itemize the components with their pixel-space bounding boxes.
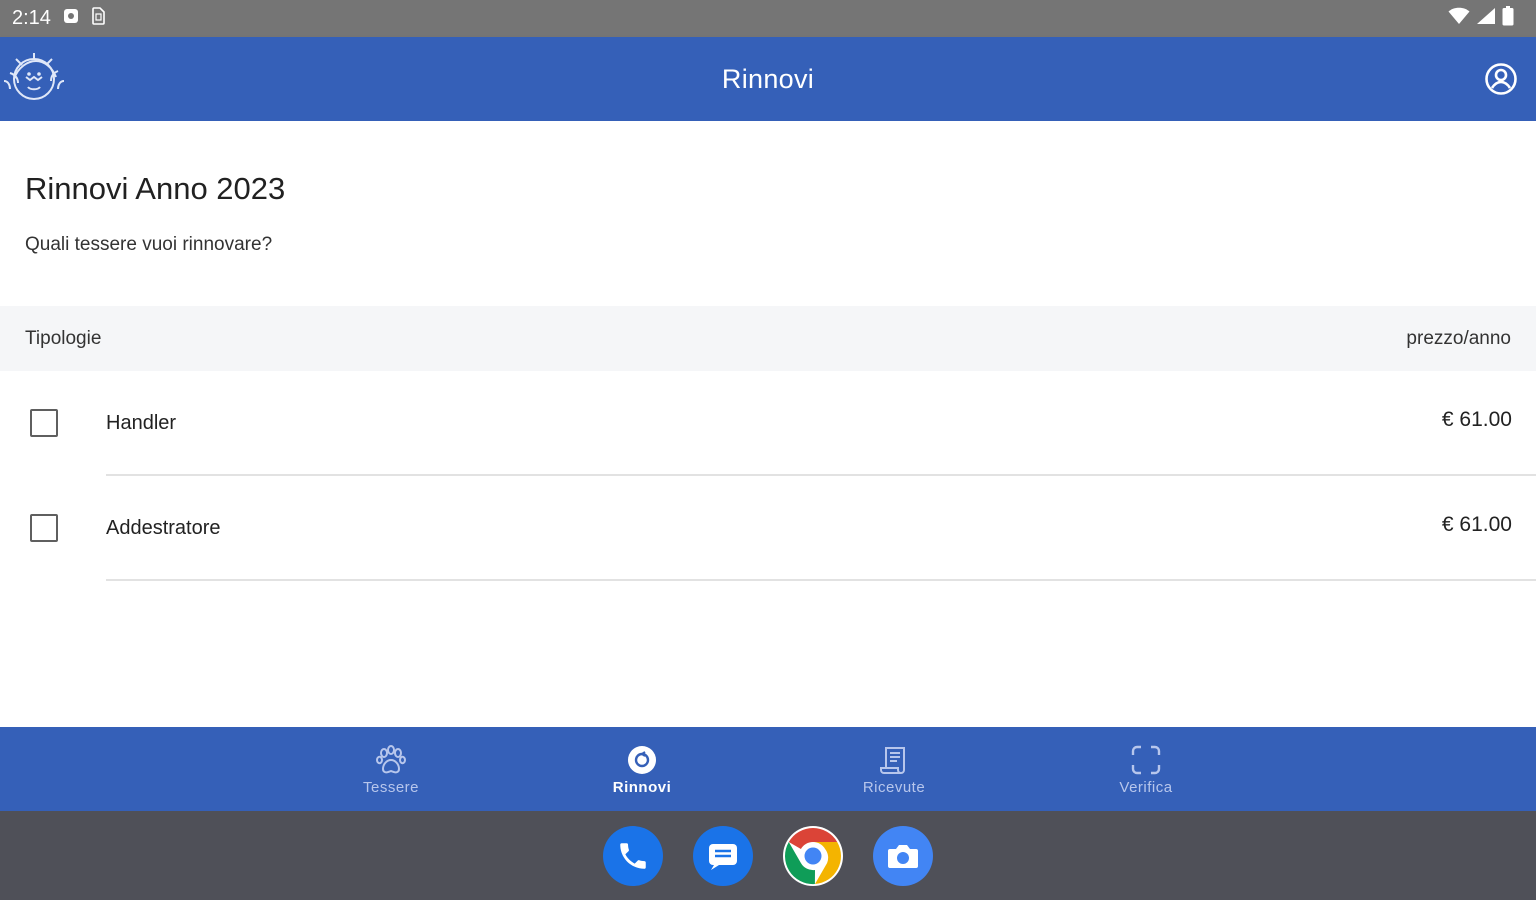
nav-item-ricevute[interactable]: Ricevute [824,727,964,811]
nav-item-verifica[interactable]: Verifica [1076,727,1216,811]
nav-label: Rinnovi [612,778,672,796]
messages-icon[interactable] [693,826,753,886]
signal-icon [1476,7,1496,31]
wifi-icon [1448,7,1470,31]
checkbox-addestratore[interactable] [30,514,58,542]
nav-label: Ricevute [862,778,926,796]
renew-icon [625,743,659,777]
list-item-label: Handler [106,412,177,434]
nav-item-tessere[interactable]: Tessere [321,727,461,811]
chrome-icon[interactable] [783,826,843,886]
table-header: Tipologie prezzo/anno [0,306,1536,371]
header-price: prezzo/anno [1406,327,1511,349]
checkbox-handler[interactable] [30,409,58,437]
list-item-addestratore[interactable]: Addestratore € 61.00 [0,476,1536,581]
scan-icon [1129,743,1163,777]
receipt-icon [877,743,911,777]
app-bar: Rinnovi [0,37,1536,121]
lion-logo-icon [0,51,70,107]
system-dock [0,811,1536,900]
nav-label: Verifica [1119,778,1173,796]
battery-icon [1502,5,1514,32]
app-title: Rinnovi [721,63,815,94]
bottom-navigation: Tessere Rinnovi Ricevute Verifica [0,727,1536,811]
list-item-price: € 61.00 [1441,513,1512,536]
header-tipologie: Tipologie [25,327,102,349]
page-title: Rinnovi Anno 2023 [25,171,286,206]
camera-icon[interactable] [873,826,933,886]
list-item-label: Addestratore [106,517,221,539]
phone-icon[interactable] [603,826,663,886]
sim-icon [91,6,105,31]
list-item-price: € 61.00 [1441,408,1512,431]
nav-item-rinnovi[interactable]: Rinnovi [572,727,712,811]
notification-icon [63,7,79,30]
status-bar: 2:14 [0,0,1536,37]
nav-label: Tessere [362,778,420,796]
status-time: 2:14 [12,7,51,29]
list-item-handler[interactable]: Handler € 61.00 [0,371,1536,476]
divider [106,579,1536,581]
paw-icon [374,743,408,777]
page-subtitle: Quali tessere vuoi rinnovare? [25,234,273,255]
main-content: Rinnovi Anno 2023 Quali tessere vuoi rin… [0,121,1536,727]
account-icon[interactable] [1484,62,1518,96]
